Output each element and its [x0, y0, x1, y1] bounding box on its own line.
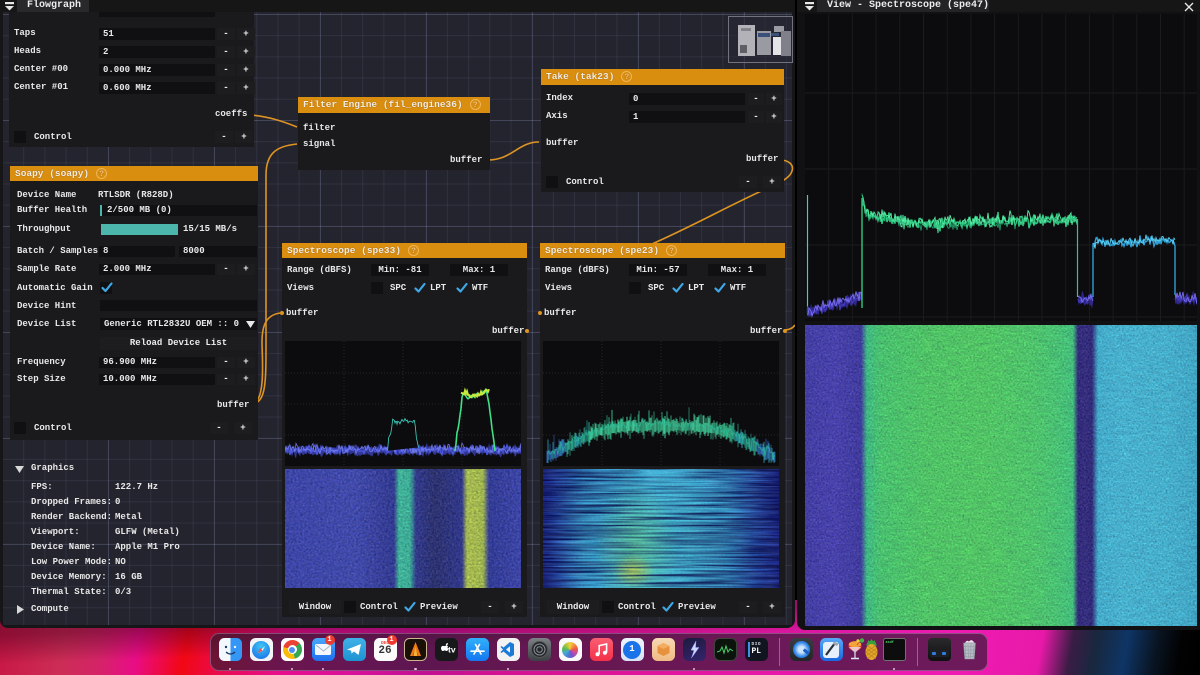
svg-text:tv: tv: [448, 645, 456, 655]
